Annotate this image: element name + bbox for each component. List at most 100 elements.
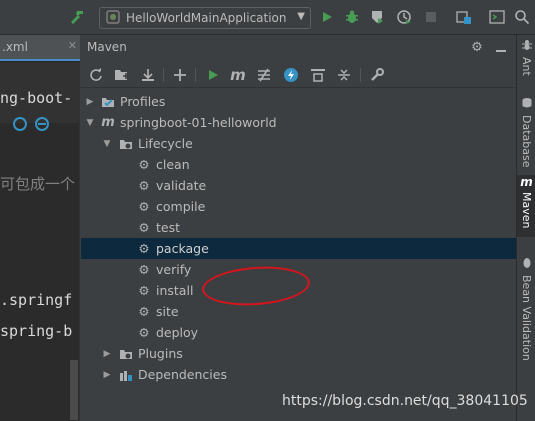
terminal-icon[interactable] <box>488 8 506 26</box>
expand-arrow-icon[interactable]: ▶ <box>85 97 95 107</box>
collapse-arrow-icon[interactable]: ▼ <box>102 139 112 149</box>
tree-node-label: springboot-01-helloworld <box>120 115 277 130</box>
panel-title: Maven <box>87 40 127 54</box>
tree-node-plugins[interactable]: ▶ Plugins <box>81 343 516 364</box>
maven-icon: m <box>520 175 533 189</box>
tree-node-label: deploy <box>156 325 199 340</box>
tool-tab-label: Maven <box>520 192 533 229</box>
project-structure-icon[interactable] <box>455 8 473 26</box>
run-icon[interactable] <box>318 8 336 26</box>
tree-node-label: clean <box>156 157 190 172</box>
watermark: https://blog.csdn.net/qq_38041105 <box>282 393 528 409</box>
add-icon[interactable] <box>171 66 189 84</box>
tree-node-goal-site[interactable]: ⚙ site <box>81 301 516 322</box>
code-line[interactable]: spring-b <box>0 322 80 340</box>
wrench-icon[interactable] <box>368 66 386 84</box>
dependencies-icon <box>119 368 133 382</box>
tool-tab-bean-validation[interactable]: Bean Validation <box>517 257 535 367</box>
right-tool-strip: Ant Database m Maven Bean Validation <box>516 35 535 421</box>
database-icon <box>521 97 533 112</box>
tool-tab-database[interactable]: Database <box>517 97 535 169</box>
execute-goal-icon[interactable]: m <box>229 66 247 84</box>
bean-validation-icon <box>521 257 533 272</box>
run-configuration-label: HelloWorldMainApplication <box>126 11 287 25</box>
gear-icon: ⚙ <box>138 178 150 193</box>
tree-node-label: Lifecycle <box>138 136 193 151</box>
tree-node-profiles[interactable]: ▶ Profiles <box>81 91 516 112</box>
gear-icon: ⚙ <box>138 157 150 172</box>
hammer-icon[interactable] <box>68 8 86 26</box>
ide-window: HelloWorldMainApplication ▼ .xml ✕ ng-bo… <box>0 0 535 421</box>
toggle-offline-icon[interactable] <box>255 66 273 84</box>
tree-node-label: install <box>156 283 194 298</box>
gear-icon: ⚙ <box>138 199 150 214</box>
close-icon[interactable]: ✕ <box>68 39 77 52</box>
tree-node-dependencies[interactable]: ▶ Dependencies <box>81 364 516 385</box>
ant-icon <box>521 39 533 54</box>
expand-arrow-icon[interactable]: ▶ <box>102 349 112 359</box>
collapse-arrow-icon[interactable]: ▼ <box>85 118 95 128</box>
code-line[interactable]: ng-boot- <box>0 89 80 107</box>
editor-tab-label: .xml <box>2 40 28 54</box>
editor-tab[interactable]: .xml ✕ <box>0 35 80 61</box>
tree-node-label: Dependencies <box>138 367 227 382</box>
debug-icon[interactable] <box>343 8 361 26</box>
minimize-icon[interactable] <box>493 39 509 55</box>
coverage-icon[interactable] <box>368 8 386 26</box>
folder-icon <box>119 137 133 151</box>
run-configuration-selector[interactable]: HelloWorldMainApplication ▼ <box>99 7 311 29</box>
toolbar-separator <box>360 68 361 82</box>
profiles-icon <box>101 95 115 109</box>
code-line[interactable]: .springf <box>0 291 80 309</box>
plugins-folder-icon <box>119 347 133 361</box>
stop-icon[interactable] <box>422 8 440 26</box>
maven-toolbar: m <box>81 62 516 88</box>
tool-tab-label: Bean Validation <box>520 275 533 361</box>
tree-node-project[interactable]: ▼ m springboot-01-helloworld <box>81 112 516 133</box>
main-toolbar: HelloWorldMainApplication ▼ <box>0 0 535 35</box>
skip-tests-icon[interactable] <box>282 66 300 84</box>
search-icon[interactable] <box>513 8 531 26</box>
generate-sources-icon[interactable] <box>113 66 131 84</box>
run-maven-build-icon[interactable] <box>204 66 222 84</box>
tree-node-goal-clean[interactable]: ⚙ clean <box>81 154 516 175</box>
browser-icons <box>0 113 80 135</box>
reload-icon[interactable] <box>87 66 105 84</box>
gear-icon: ⚙ <box>138 220 150 235</box>
tree-node-label: site <box>156 304 179 319</box>
tree-node-label: Profiles <box>120 94 166 109</box>
tool-tab-ant[interactable]: Ant <box>517 39 535 85</box>
profiler-icon[interactable] <box>395 8 413 26</box>
maven-header: Maven ⚙ <box>81 35 516 59</box>
gear-icon: ⚙ <box>138 283 150 298</box>
tree-node-label: compile <box>156 199 206 214</box>
gear-icon: ⚙ <box>138 325 150 340</box>
editor-area: .xml ✕ ng-boot- 可包成一个 .springf spring-b <box>0 35 80 421</box>
maven-tool-window: Maven ⚙ m ▶ Profiles ▼ m springboot-01-h… <box>81 35 516 421</box>
editor-scrollbar[interactable] <box>70 360 78 420</box>
tree-node-label: package <box>156 241 209 256</box>
tool-tab-label: Database <box>520 115 533 168</box>
tree-node-goal-compile[interactable]: ⚙ compile <box>81 196 516 217</box>
gear-icon[interactable]: ⚙ <box>469 39 485 55</box>
tool-tab-label: Ant <box>520 57 533 76</box>
gear-icon: ⚙ <box>138 304 150 319</box>
tree-node-goal-package[interactable]: ⚙ package <box>81 238 516 259</box>
tree-node-goal-test[interactable]: ⚙ test <box>81 217 516 238</box>
tree-node-goal-deploy[interactable]: ⚙ deploy <box>81 322 516 343</box>
tree-node-label: verify <box>156 262 192 277</box>
tree-node-label: Plugins <box>138 346 183 361</box>
code-comment: 可包成一个 <box>0 175 76 193</box>
tree-node-goal-install[interactable]: ⚙ install <box>81 280 516 301</box>
chevron-down-icon: ▼ <box>297 11 305 22</box>
download-icon[interactable] <box>139 66 157 84</box>
tree-node-label: test <box>156 220 181 235</box>
toolbar-separator <box>163 68 164 82</box>
expand-arrow-icon[interactable]: ▶ <box>102 370 112 380</box>
tree-node-lifecycle[interactable]: ▼ Lifecycle <box>81 133 516 154</box>
tool-tab-maven[interactable]: m Maven <box>517 175 535 237</box>
show-dependencies-icon[interactable] <box>309 66 327 84</box>
collapse-all-icon[interactable] <box>335 66 353 84</box>
tree-node-goal-verify[interactable]: ⚙ verify <box>81 259 516 280</box>
tree-node-goal-validate[interactable]: ⚙ validate <box>81 175 516 196</box>
